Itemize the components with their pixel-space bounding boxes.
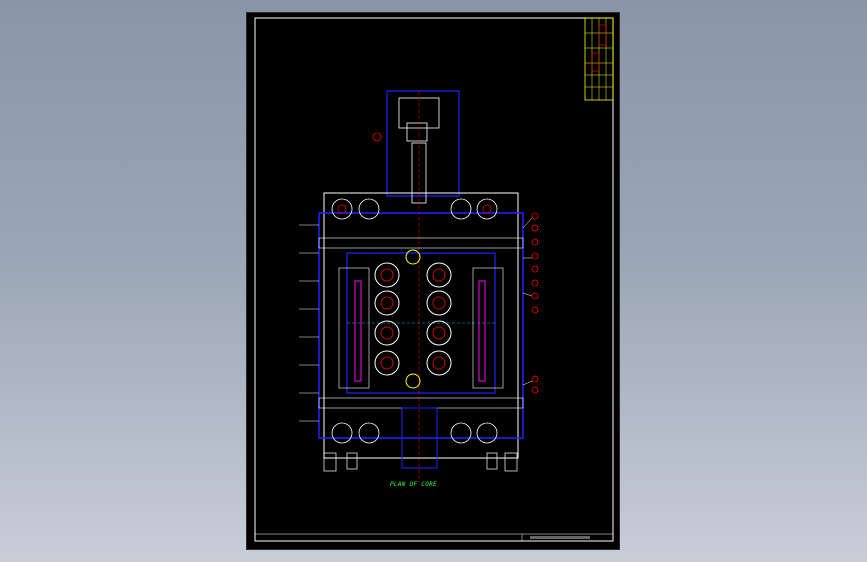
bottom-strip <box>255 533 613 541</box>
drawing-sheet: PLAN OF CORE <box>247 13 619 549</box>
core-assembly <box>299 90 539 483</box>
title-block <box>584 17 614 101</box>
cad-drawing <box>254 17 614 542</box>
roller-stack <box>374 249 452 389</box>
inner-border <box>254 17 614 542</box>
corner-bolts <box>331 198 498 444</box>
drawing-note: PLAN OF CORE <box>390 481 437 488</box>
